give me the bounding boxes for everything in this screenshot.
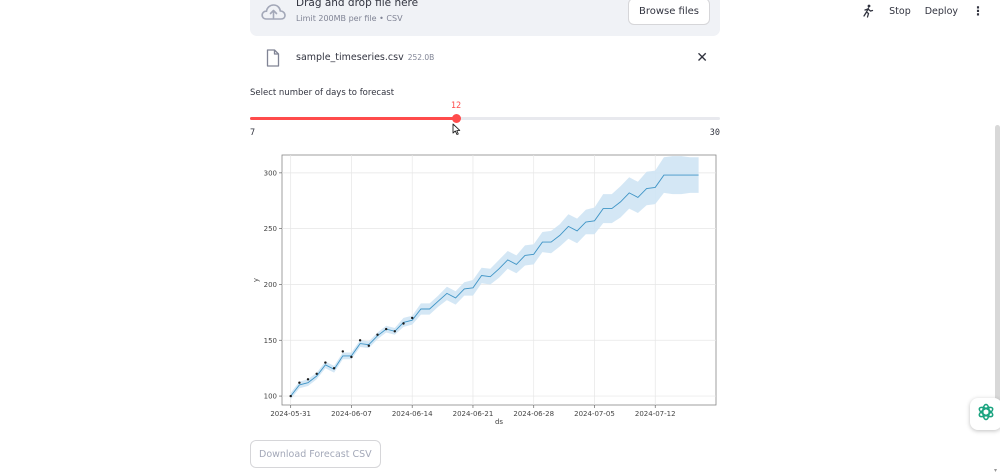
observed-point xyxy=(350,355,353,359)
y-tick-label: 300 xyxy=(264,169,277,177)
x-tick-label: 2024-07-05 xyxy=(574,410,615,418)
uploaded-file: sample_timeseries.csv 252.0B ✕ xyxy=(250,44,720,74)
app-header: Stop Deploy ⋮ xyxy=(861,0,1000,22)
observed-point xyxy=(306,378,310,381)
page-scrollbar[interactable] xyxy=(995,125,1000,415)
observed-point xyxy=(402,322,405,325)
y-tick-label: 150 xyxy=(264,337,277,345)
remove-file-icon[interactable]: ✕ xyxy=(696,50,708,66)
forecast-chart-svg: 2024-05-31 2024-06-07 2024-06-14 2024-06-21… xyxy=(252,154,717,426)
observed-point xyxy=(367,344,370,347)
stop-button[interactable]: Stop xyxy=(889,6,911,17)
slider-label: Select number of days to forecast xyxy=(250,88,395,98)
y-axis-label: y xyxy=(252,278,260,282)
x-tick-label: 2024-06-07 xyxy=(331,410,372,418)
file-dropzone[interactable]: Drag and drop file here Limit 200MB per … xyxy=(250,0,720,36)
slider-fill xyxy=(250,117,456,120)
file-size: 252.0B xyxy=(407,53,435,62)
assistant-button[interactable] xyxy=(970,398,1000,430)
x-tick-label: 2024-06-28 xyxy=(513,410,554,418)
forecast-chart: 2024-05-31 2024-06-07 2024-06-14 2024-06-21… xyxy=(240,150,730,430)
y-tick-label: 250 xyxy=(264,225,277,233)
running-man-icon xyxy=(861,4,875,18)
dropzone-limit: Limit 200MB per file • CSV xyxy=(296,14,403,23)
observed-point xyxy=(332,367,336,370)
main-menu-button[interactable]: ⋮ xyxy=(972,4,984,18)
observed-point xyxy=(411,316,414,320)
observed-point xyxy=(385,327,388,331)
scroll-down-icon: ▾ xyxy=(993,467,997,474)
mouse-pointer-icon xyxy=(452,121,461,140)
cloud-upload-icon xyxy=(260,2,286,28)
slider-max-label: 30 xyxy=(709,128,720,138)
y-tick-label: 200 xyxy=(264,281,277,289)
observed-point xyxy=(298,381,301,384)
x-tick-label: 2024-06-21 xyxy=(453,410,494,418)
slider-value: 12 xyxy=(450,101,462,111)
x-tick-label: 2024-06-14 xyxy=(392,410,433,418)
x-axis-label: ds xyxy=(495,418,503,426)
download-forecast-button[interactable]: Download Forecast CSV xyxy=(250,440,381,468)
observed-point xyxy=(376,333,379,336)
x-tick-label: 2024-05-31 xyxy=(270,410,311,418)
deploy-button[interactable]: Deploy xyxy=(925,6,958,17)
observed-point xyxy=(393,330,396,333)
file-name-text: sample_timeseries.csv xyxy=(296,52,404,63)
openai-knot-icon xyxy=(976,402,996,426)
x-tick-label: 2024-07-12 xyxy=(635,410,676,418)
observed-point xyxy=(341,350,344,353)
file-icon xyxy=(266,49,280,71)
file-name: sample_timeseries.csv 252.0B xyxy=(296,52,434,63)
observed-point xyxy=(358,339,362,342)
dropzone-title: Drag and drop file here xyxy=(296,0,419,9)
forecast-days-slider[interactable]: 12 7 30 xyxy=(250,100,720,140)
observed-point xyxy=(289,394,292,398)
observed-point xyxy=(324,361,327,364)
browse-files-button[interactable]: Browse files xyxy=(627,0,710,25)
slider-min-label: 7 xyxy=(250,128,256,138)
observed-point xyxy=(315,372,318,375)
y-tick-label: 100 xyxy=(264,393,277,401)
